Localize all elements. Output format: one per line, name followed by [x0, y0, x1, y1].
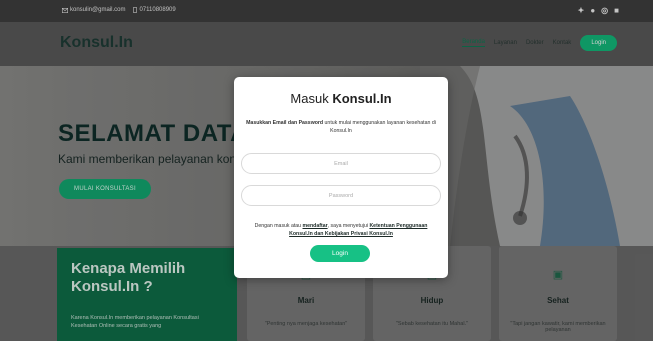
terms-pre: Dengan masuk atau — [254, 223, 302, 229]
register-link[interactable]: mendaftar — [303, 223, 328, 229]
terms-mid: , saya menyetujui — [327, 223, 368, 229]
modal-title-prefix: Masuk — [290, 91, 329, 106]
modal-description: Masukkan Email dan Password untuk mulai … — [242, 119, 440, 135]
modal-title-brand: Konsul.In — [332, 91, 392, 106]
modal-login-button[interactable]: Login — [310, 245, 370, 262]
login-modal: Masuk Konsul.In Masukkan Email dan Passw… — [234, 77, 448, 278]
email-field[interactable] — [241, 153, 441, 174]
page: konsulin@gmail.com 07110808909 ✦ ● ◎ ■ K… — [0, 0, 653, 341]
modal-desc-rest: untuk mulai menggunakan layanan kesehata… — [324, 120, 436, 134]
terms-text: Dengan masuk atau mendaftar, saya menyet… — [244, 222, 438, 238]
modal-title: Masuk Konsul.In — [234, 91, 448, 106]
modal-desc-bold: Masukkan Email dan Password — [246, 120, 324, 126]
password-field[interactable] — [241, 185, 441, 206]
